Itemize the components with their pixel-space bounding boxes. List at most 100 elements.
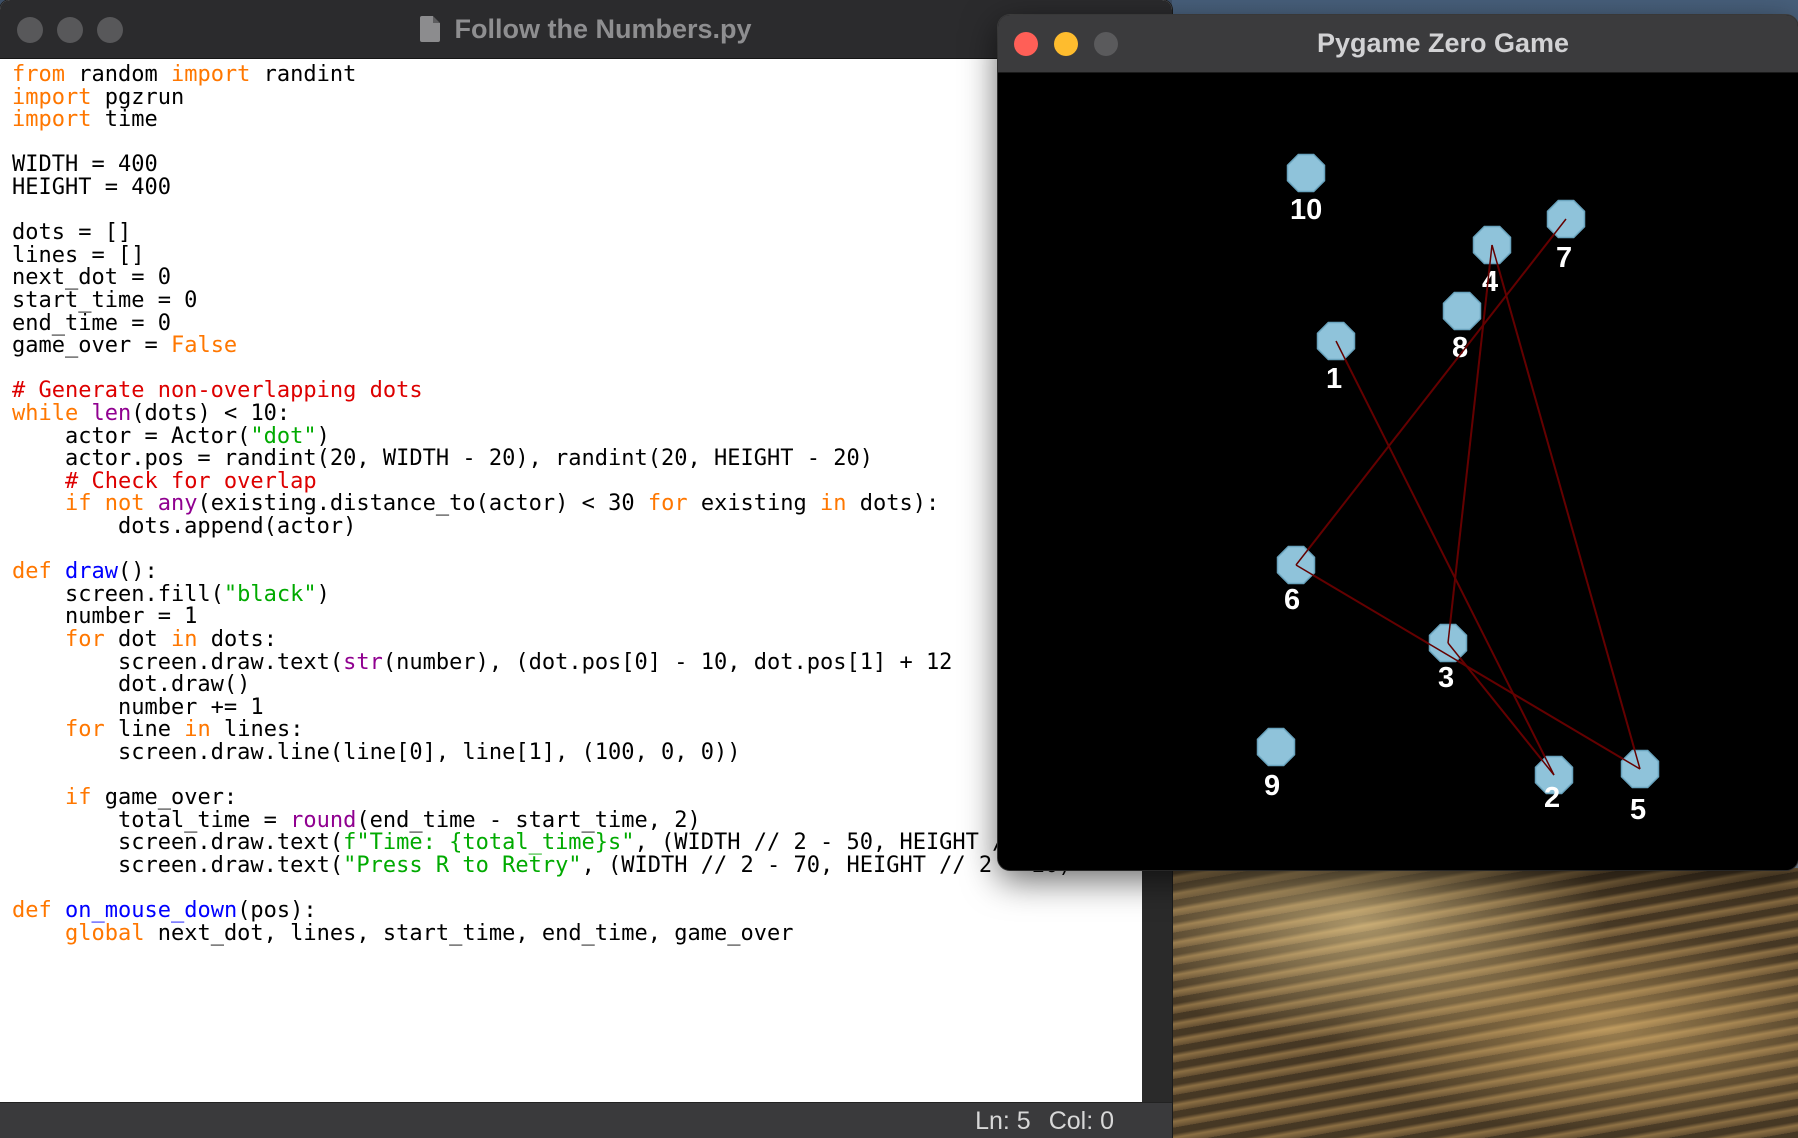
code-token: for [64, 627, 105, 652]
cursor-position: Ln: 5 Col: 0 [957, 1103, 1114, 1138]
code-token: while [12, 401, 79, 426]
dot-number-label: 4 [1482, 266, 1498, 298]
code-token: # Generate non-overlapping dots [12, 378, 423, 404]
code-token: (end_time - start_time, 2) [356, 807, 701, 833]
dot-number-label: 2 [1544, 782, 1560, 814]
code-token: in [170, 627, 198, 652]
code-line[interactable]: dots.append(actor) [12, 514, 356, 540]
dot-number-label: 9 [1264, 770, 1280, 802]
desktop-wallpaper-water [1172, 868, 1798, 1138]
code-token: screen.draw.line(line[0], line[1], (100,… [12, 740, 741, 765]
code-line[interactable]: global next_dot, lines, start_time, end_… [12, 920, 794, 947]
code-line[interactable]: screen.draw.text("Press R to Retry", (WI… [12, 853, 1072, 879]
code-token: lines: [210, 717, 304, 743]
code-token: number = 1 [12, 604, 198, 630]
dot-number-label: 7 [1556, 242, 1572, 274]
code-token: screen.draw.text( [12, 853, 344, 878]
code-token: next_dot = 0 [12, 265, 171, 291]
editor-titlebar[interactable]: Follow the Numbers.py [0, 0, 1172, 59]
code-token: in [184, 717, 211, 743]
dot-octagon[interactable] [1286, 153, 1326, 193]
code-token: start_time = 0 [12, 288, 198, 313]
code-token: dot [104, 627, 171, 652]
code-token: game_over: [91, 785, 238, 811]
code-token: on_mouse_down [65, 898, 238, 924]
code-token: WIDTH = 400 [12, 152, 158, 178]
status-bar: Ln: 5 Col: 0 [0, 1102, 1172, 1138]
code-token: time [91, 107, 158, 133]
code-token: dot.draw() [12, 672, 251, 698]
code-token: any [157, 491, 198, 517]
editor-window: Follow the Numbers.py from random import… [0, 0, 1172, 1138]
code-line[interactable]: HEIGHT = 400 [12, 175, 171, 201]
code-token: game_over = [12, 333, 171, 359]
code-line[interactable]: game_over = False [12, 333, 237, 359]
code-token: "black" [223, 581, 317, 607]
code-token: in [820, 491, 847, 517]
code-token: str [343, 649, 383, 675]
game-canvas[interactable]: 12345678910 [998, 73, 1798, 870]
code-token: (): [117, 559, 158, 585]
code-token: for [64, 717, 105, 743]
code-token: # Check for overlap [64, 468, 317, 494]
code-token: from [12, 62, 65, 87]
code-token: f"Time: {total_time}s" [343, 830, 635, 856]
code-token: dots = [] [12, 220, 132, 246]
code-token: screen.fill( [12, 581, 224, 607]
pygame-window-title: Pygame Zero Game [1316, 28, 1570, 58]
code-token: actor = Actor( [12, 423, 251, 449]
dot-number-label: 6 [1284, 584, 1300, 616]
code-token: if [64, 785, 92, 811]
code-token: (pos): [237, 898, 317, 924]
code-token: HEIGHT = 400 [12, 175, 171, 200]
code-token: actor.pos = randint(20, WIDTH - 20), ran… [12, 446, 873, 472]
code-token: False [170, 333, 238, 359]
code-token: dots.append(actor) [12, 514, 357, 539]
code-token: screen.draw.text( [12, 649, 344, 675]
code-token: dots): [846, 491, 940, 517]
code-token: ) [316, 423, 330, 449]
dot-number-label: 3 [1438, 662, 1454, 694]
code-token: (number), (dot.pos[0] - 10, dot.pos[1] +… [382, 649, 953, 675]
dot-octagon[interactable] [1442, 291, 1482, 331]
code-line[interactable]: import time [12, 107, 158, 133]
code-token: number += 1 [12, 694, 264, 720]
code-token: total_time = [12, 807, 291, 833]
code-token: next_dot, lines, start_time, end_time, g… [144, 920, 794, 946]
code-token: for [647, 491, 688, 517]
code-token: "dot" [250, 423, 317, 449]
code-token: random [64, 62, 171, 87]
code-token: def [12, 559, 52, 585]
dot-octagon[interactable] [1256, 727, 1296, 767]
code-token: (existing.distance_to(actor) < 30 [197, 491, 648, 517]
pygame-titlebar[interactable]: Pygame Zero Game [998, 15, 1798, 73]
code-token: dots: [197, 627, 277, 652]
code-token: if [64, 491, 92, 517]
document-icon [420, 16, 441, 42]
code-editor-text-area[interactable]: from random import randint import pgzrun i… [0, 59, 1142, 1102]
code-token: lines = [] [12, 242, 145, 268]
code-token: import [170, 62, 251, 87]
code-token: import [12, 84, 92, 110]
dot-number-label: 1 [1326, 363, 1342, 395]
code-token: (dots) < 10: [131, 401, 291, 426]
code-token: import [12, 107, 92, 133]
code-line[interactable]: screen.draw.line(line[0], line[1], (100,… [12, 740, 741, 766]
code-token: end_time = 0 [12, 310, 171, 336]
code-token: screen.draw.text( [12, 830, 344, 856]
code-token: randint [250, 62, 357, 87]
column-number: Col: 0 [1048, 1107, 1114, 1135]
window-title-text: Follow the Numbers.py [454, 14, 752, 44]
code-token: pgzrun [91, 84, 185, 110]
code-token: not [104, 491, 145, 517]
window-title: Follow the Numbers.py [0, 0, 1172, 58]
code-token: draw [65, 559, 118, 585]
